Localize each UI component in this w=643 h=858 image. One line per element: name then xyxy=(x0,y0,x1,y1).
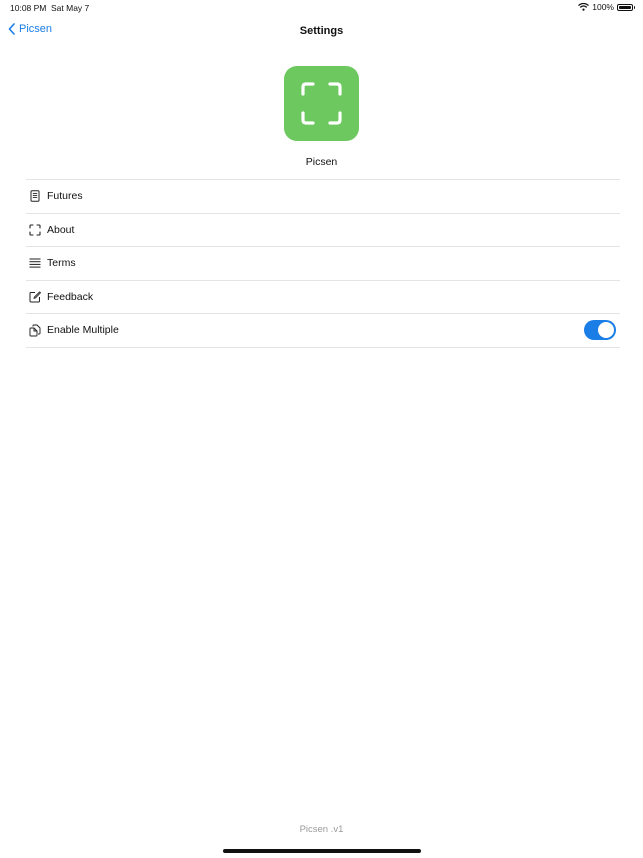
wifi-icon xyxy=(578,3,590,11)
status-time: 10:08 PM xyxy=(10,3,47,13)
battery-percent: 100% xyxy=(592,2,614,12)
lines-icon xyxy=(28,256,42,270)
settings-item-label: Enable Multiple xyxy=(47,324,119,337)
settings-item-label: Terms xyxy=(47,257,76,270)
settings-item-label: About xyxy=(47,223,75,236)
settings-list: Futures About Terms Feedback Enable Mult… xyxy=(26,179,620,348)
battery-fill xyxy=(619,5,631,9)
copy-docs-icon xyxy=(28,323,42,337)
status-bar: 10:08 PM Sat May 7 100% xyxy=(0,0,643,16)
scan-frame-icon xyxy=(28,223,42,237)
toggle-knob xyxy=(598,322,614,338)
settings-item-feedback[interactable]: Feedback xyxy=(26,279,620,314)
status-date: Sat May 7 xyxy=(51,3,90,13)
nav-bar: Picsen Settings xyxy=(0,20,643,44)
settings-item-enable-multiple: Enable Multiple xyxy=(26,313,620,348)
battery-icon xyxy=(617,3,635,11)
compose-icon xyxy=(28,290,42,304)
settings-item-label: Feedback xyxy=(47,290,94,303)
settings-item-futures[interactable]: Futures xyxy=(26,179,620,213)
page-title: Settings xyxy=(299,25,344,37)
scan-frame-icon xyxy=(301,82,342,125)
version-label: Picsen .v1 xyxy=(299,824,344,835)
document-icon xyxy=(28,189,42,203)
home-indicator[interactable] xyxy=(223,849,421,853)
status-indicators: 100% xyxy=(578,2,635,12)
enable-multiple-toggle[interactable] xyxy=(584,320,616,340)
settings-item-terms[interactable]: Terms xyxy=(26,246,620,280)
settings-item-about[interactable]: About xyxy=(26,212,620,247)
settings-item-label: Futures xyxy=(47,190,83,203)
app-icon xyxy=(284,66,359,141)
app-name: Picsen xyxy=(305,156,338,168)
